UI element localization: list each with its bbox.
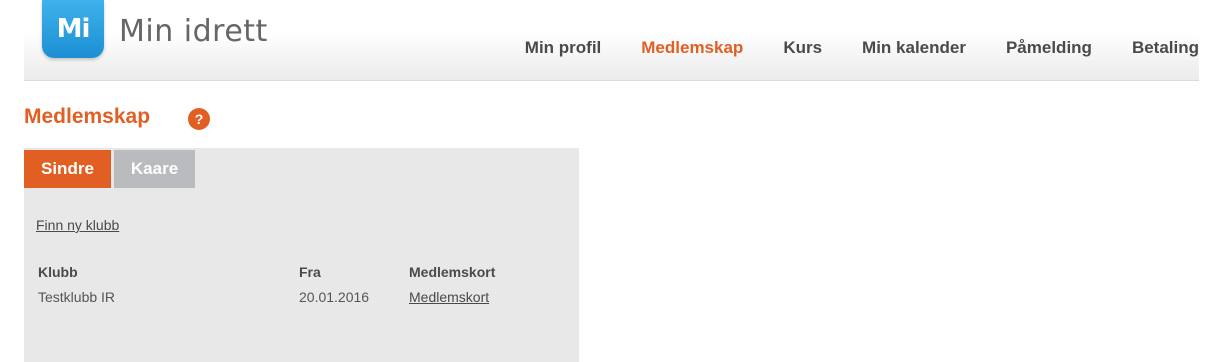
nav-min-kalender[interactable]: Min kalender [862, 38, 966, 58]
logo-badge[interactable]: Mi [42, 0, 104, 58]
membership-card-link[interactable]: Medlemskort [409, 289, 489, 305]
membership-table: Klubb Fra Medlemskort Testklubb IR 20.01… [38, 264, 568, 314]
membership-from-date: 20.01.2016 [299, 289, 370, 305]
column-header-medlemskort: Medlemskort [409, 264, 496, 280]
club-name: Testklubb IR [38, 289, 116, 305]
tab-kaare[interactable]: Kaare [113, 150, 196, 188]
nav-betaling[interactable]: Betaling [1132, 38, 1199, 58]
nav-min-profil[interactable]: Min profil [525, 38, 601, 58]
logo-mark: Mi [56, 14, 91, 44]
table-row: Testklubb IR 20.01.2016 Medlemskort [38, 289, 568, 314]
column-header-klubb: Klubb [38, 264, 78, 280]
nav-kurs[interactable]: Kurs [783, 38, 822, 58]
membership-panel: Sindre Kaare Finn ny klubb Klubb Fra Med… [24, 148, 579, 362]
member-tabs: Sindre Kaare [24, 150, 198, 188]
nav-pamelding[interactable]: Påmelding [1006, 38, 1092, 58]
header: Mi Min idrett Min profil Medlemskap Kurs… [24, 0, 1199, 81]
nav-medlemskap[interactable]: Medlemskap [641, 38, 743, 58]
find-new-club-link[interactable]: Finn ny klubb [36, 217, 119, 233]
page-title: Medlemskap [24, 105, 151, 128]
tab-sindre[interactable]: Sindre [24, 150, 111, 188]
table-header-row: Klubb Fra Medlemskort [38, 264, 568, 289]
column-header-fra: Fra [299, 264, 321, 280]
help-icon[interactable]: ? [188, 108, 210, 130]
logo-text[interactable]: Min idrett [119, 14, 268, 49]
membership-card-cell: Medlemskort [409, 289, 489, 305]
main-nav: Min profil Medlemskap Kurs Min kalender … [485, 38, 1199, 58]
